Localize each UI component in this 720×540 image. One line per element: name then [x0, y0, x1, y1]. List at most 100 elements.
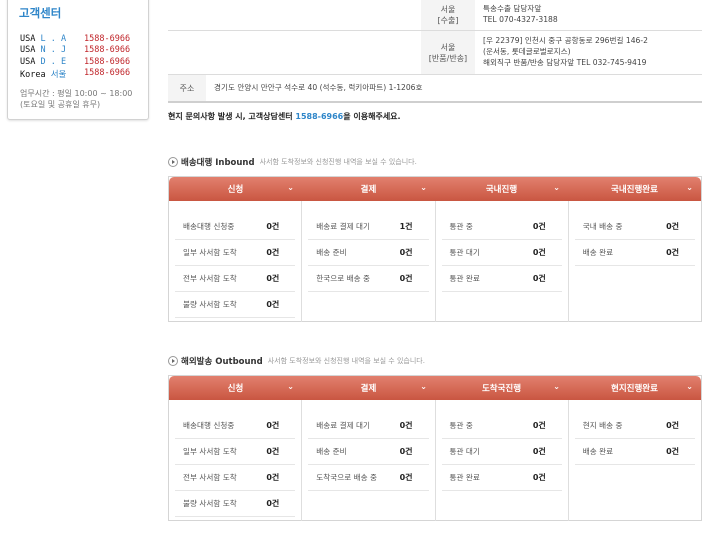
address-line: TEL 070-4327-3188: [483, 15, 558, 25]
address-label: 서울 [수출]: [421, 0, 475, 30]
panel-body: 배송대행 신청중 0건 일부 사서함 도착 0건 전부 사서함 도착 0건 불량 사서…: [169, 400, 701, 521]
status-item[interactable]: 통관 중 0건: [441, 214, 562, 240]
status-label: 도착국으로 배송 중: [316, 473, 377, 482]
status-count: 0건: [666, 447, 679, 456]
phone-row: USA N . J 1588-6966: [20, 45, 144, 56]
status-count: 0건: [532, 473, 546, 482]
section-description: 사서함 도착정보와 신청진행 내역을 보실 수 있습니다.: [267, 357, 425, 365]
status-count: 0건: [266, 222, 280, 231]
status-item[interactable]: 배송대행 신청중 0건: [175, 214, 296, 240]
status-item[interactable]: 도착국으로 배송 중 0건: [308, 465, 429, 491]
status-item[interactable]: 통관 완료 0건: [441, 465, 562, 491]
tab-outbound-complete[interactable]: 현지진행완료 ⌄: [568, 376, 701, 400]
status-count: 0건: [399, 248, 413, 257]
inquiry-notice: 현지 문의사항 발생 시, 고객상담센터 1588-6966을 이용해주세요.: [168, 111, 401, 122]
inbound-section-title: 배송대행 Inbound 사서함 도착정보와 신청진행 내역을 보실 수 있습니…: [168, 156, 417, 168]
status-item[interactable]: 배송 완료 0건: [574, 240, 695, 266]
status-item[interactable]: 국내 배송 중 0건: [574, 214, 695, 240]
tab-outbound-payment[interactable]: 결제 ⌄: [302, 376, 435, 400]
status-count: 0건: [266, 421, 280, 430]
status-count: 0건: [266, 447, 280, 456]
tab-inbound-payment[interactable]: 결제 ⌄: [302, 177, 435, 201]
status-label: 불량 사서함 도착: [183, 499, 237, 508]
column-header-label: 국내진행: [485, 185, 518, 195]
status-item[interactable]: 일부 사서함 도착 0건: [175, 439, 296, 465]
section-name: 배송대행 Inbound: [181, 158, 255, 168]
status-column: 국내 배송 중 0건 배송 완료 0건: [569, 201, 701, 322]
status-count: 0건: [666, 421, 679, 430]
status-item[interactable]: 배송 준비 0건: [308, 240, 429, 266]
notice-phone-number: 1588-6966: [295, 112, 344, 121]
column-header-label: 신청: [227, 185, 244, 195]
address-label-line: [수출]: [437, 16, 459, 25]
status-item[interactable]: 배송료 결제 대기 1건: [308, 214, 429, 240]
tab-inbound-complete[interactable]: 국내진행완료 ⌄: [568, 177, 701, 201]
status-item[interactable]: 배송 완료 0건: [574, 439, 695, 465]
address-line: 특송수출 담당자앞: [483, 4, 542, 14]
status-count: 0건: [266, 473, 280, 482]
address-value: 경기도 안양시 만안구 석수로 40 (석수동, 럭키아파트) 1-1206호: [214, 82, 423, 92]
status-item[interactable]: 불량 사서함 도착 0건: [175, 292, 296, 318]
chevron-down-icon: ⌄: [686, 183, 693, 192]
inbound-panel: 신청 ⌄ 결제 ⌄ 국내진행 ⌄ 국내진행완료 ⌄ 배송대행 신청중 0건 일부 사서함 …: [168, 176, 702, 322]
status-item[interactable]: 전부 사서함 도착 0건: [175, 465, 296, 491]
status-label: 배송료 결제 대기: [316, 421, 370, 430]
status-count: 0건: [532, 447, 546, 456]
status-item[interactable]: 한국으로 배송 중 0건: [308, 266, 429, 292]
status-count: 0건: [532, 274, 546, 283]
status-count: 0건: [666, 248, 679, 257]
tab-inbound-domestic[interactable]: 국내진행 ⌄: [435, 177, 568, 201]
status-count: 0건: [399, 473, 413, 482]
column-header-label: 국내진행완료: [611, 185, 658, 195]
status-item[interactable]: 배송료 결제 대기 0건: [308, 413, 429, 439]
arrow-right-icon: [168, 356, 178, 366]
status-label: 일부 사서함 도착: [183, 248, 237, 257]
outbound-panel: 신청 ⌄ 결제 ⌄ 도착국진행 ⌄ 현지진행완료 ⌄ 배송대행 신청중 0건 일부 사서함…: [168, 375, 702, 521]
status-count: 0건: [532, 421, 546, 430]
phone-number: 1588-6966: [84, 45, 131, 56]
column-header-label: 결제: [360, 185, 377, 195]
address-line: 해외직구 반품/반송 담당자앞 TEL 032-745-9419: [483, 57, 647, 67]
tab-outbound-destination[interactable]: 도착국진행 ⌄: [435, 376, 568, 400]
status-item[interactable]: 배송 준비 0건: [308, 439, 429, 465]
section-description: 사서함 도착정보와 신청진행 내역을 보실 수 있습니다.: [259, 158, 417, 166]
status-item[interactable]: 일부 사서함 도착 0건: [175, 240, 296, 266]
status-item[interactable]: 통관 대기 0건: [441, 439, 562, 465]
status-column: 배송료 결제 대기 1건 배송 준비 0건 한국으로 배송 중 0건: [302, 201, 436, 322]
address-row-seoul-return: 서울 [반품/반송] [우 22379] 인천시 중구 공항동로 296번길 1…: [168, 31, 702, 75]
status-item[interactable]: 현지 배송 중 0건: [574, 413, 695, 439]
panel-header: 신청 ⌄ 결제 ⌄ 도착국진행 ⌄ 현지진행완료 ⌄: [169, 376, 701, 400]
status-item[interactable]: 배송대행 신청중 0건: [175, 413, 296, 439]
status-item[interactable]: 통관 대기 0건: [441, 240, 562, 266]
phone-row: USA L . A 1588-6966: [20, 34, 144, 45]
status-item[interactable]: 전부 사서함 도착 0건: [175, 266, 296, 292]
region-label: L . A: [40, 34, 67, 44]
outbound-section-title: 해외발송 Outbound 사서함 도착정보와 신청진행 내역을 보실 수 있습…: [168, 355, 425, 367]
chevron-down-icon: ⌄: [420, 183, 427, 192]
tab-inbound-apply[interactable]: 신청 ⌄: [169, 177, 302, 201]
status-count: 0건: [399, 274, 413, 283]
status-label: 통관 완료: [449, 473, 480, 482]
status-column: 통관 중 0건 통관 대기 0건 통관 완료 0건: [436, 400, 569, 521]
status-count: 0건: [532, 222, 546, 231]
phone-number: 1588-6966: [84, 34, 131, 44]
status-label: 배송 완료: [582, 248, 614, 257]
chevron-down-icon: ⌄: [553, 183, 560, 192]
arrow-right-icon: [168, 157, 178, 167]
status-label: 통관 대기: [449, 447, 480, 456]
chevron-down-icon: ⌄: [686, 382, 693, 391]
address-label-line: 서울: [440, 42, 456, 52]
address-label: 서울 [반품/반송]: [421, 31, 475, 74]
phone-row: Korea 서울 1588-6966: [20, 68, 144, 80]
address-value: [우 22379] 인천시 중구 공항동로 296번길 146-2 (운서동, …: [475, 31, 702, 74]
tab-outbound-apply[interactable]: 신청 ⌄: [169, 376, 302, 400]
status-count: 0건: [532, 248, 546, 257]
status-item[interactable]: 통관 완료 0건: [441, 266, 562, 292]
status-item[interactable]: 불량 사서함 도착 0건: [175, 491, 296, 517]
region-label: 서울: [50, 69, 67, 80]
status-item[interactable]: 통관 중 0건: [441, 413, 562, 439]
notice-text: 을 이용해주세요.: [343, 112, 401, 121]
address-row-main: 주소 경기도 안양시 만안구 석수로 40 (석수동, 럭키아파트) 1-120…: [168, 75, 702, 103]
panel-header: 신청 ⌄ 결제 ⌄ 국내진행 ⌄ 국내진행완료 ⌄: [169, 177, 701, 201]
status-count: 0건: [399, 447, 413, 456]
